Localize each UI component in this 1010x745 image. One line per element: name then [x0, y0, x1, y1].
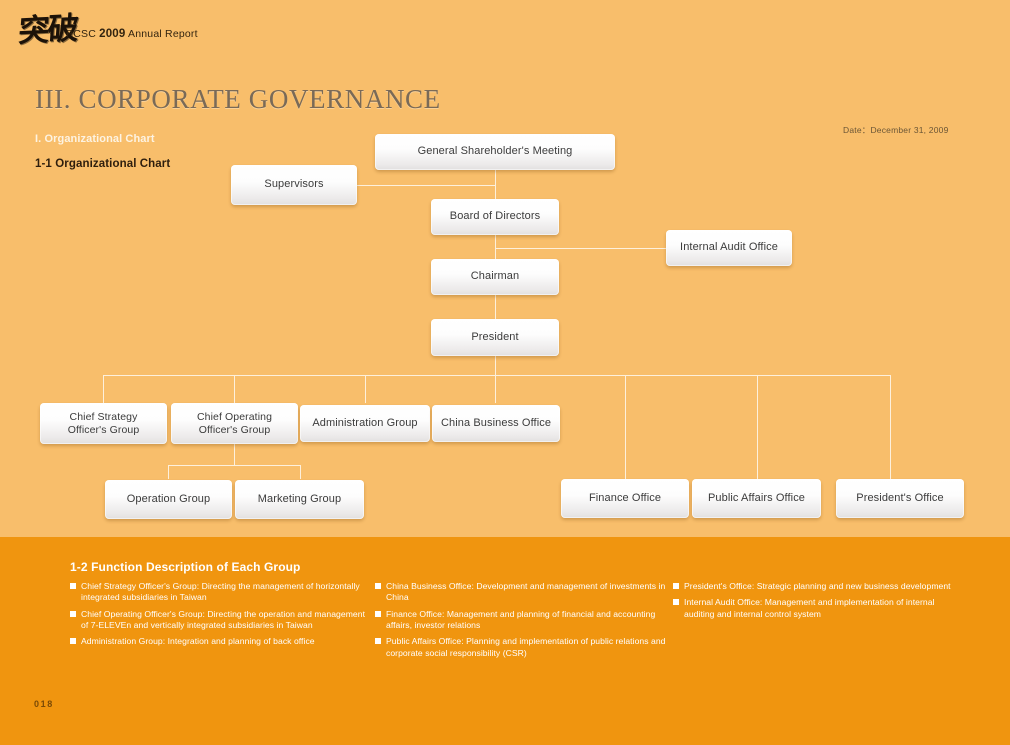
node-label: Internal Audit Office: [680, 241, 778, 254]
node-label: President: [471, 330, 519, 343]
node-label: Supervisors: [264, 178, 324, 191]
connector-drop-operation: [168, 465, 169, 479]
node-chief-operating-officers-group[interactable]: Chief Operating Officer's Group: [171, 403, 298, 444]
connector-bus-main: [103, 375, 891, 376]
node-label: Marketing Group: [257, 492, 342, 505]
connector-drop-presidents-office: [890, 375, 891, 479]
connector-drop-cso: [103, 375, 104, 403]
node-label-line1: Chief Strategy: [69, 410, 138, 423]
node-label: Public Affairs Office: [707, 491, 806, 504]
connector-drop-admin: [365, 375, 366, 403]
panel-title: 1-2 Function Description of Each Group: [70, 560, 301, 574]
connector-bus-sub: [168, 465, 301, 466]
list-item: Public Affairs Office: Planning and impl…: [375, 636, 670, 659]
node-operation-group[interactable]: Operation Group: [105, 480, 232, 519]
brand-logo: 突破 PCSC 2009 Annual Report: [17, 11, 218, 60]
function-column-2: China Business Office: Development and m…: [375, 581, 670, 664]
function-description-panel: 1-2 Function Description of Each Group C…: [0, 537, 1010, 745]
node-presidents-office[interactable]: President's Office: [836, 479, 964, 518]
function-column-1: Chief Strategy Officer's Group: Directin…: [70, 581, 370, 653]
annual-report-page: 突破 PCSC 2009 Annual Report III. CORPORAT…: [0, 0, 1010, 745]
function-column-3: President's Office: Strategic planning a…: [673, 581, 963, 625]
page-number: 018: [34, 699, 54, 709]
node-chief-strategy-officers-group[interactable]: Chief Strategy Officer's Group: [40, 403, 167, 444]
list-item: Chief Operating Officer's Group: Directi…: [70, 609, 370, 632]
list-item: China Business Office: Development and m…: [375, 581, 670, 604]
list-item: Chief Strategy Officer's Group: Directin…: [70, 581, 370, 604]
node-label: Finance Office: [588, 491, 662, 504]
node-label: General Shareholder's Meeting: [417, 145, 573, 158]
brand-prefix: PCSC: [66, 28, 100, 40]
node-label: Chairman: [470, 270, 520, 283]
connector-drop-public-affairs: [757, 375, 758, 479]
subsection-label: 1-1 Organizational Chart: [35, 158, 171, 170]
node-label: Operation Group: [126, 492, 211, 505]
node-public-affairs-office[interactable]: Public Affairs Office: [692, 479, 821, 518]
connector-drop-marketing: [300, 465, 301, 479]
connector-drop-china: [495, 375, 496, 403]
node-chairman[interactable]: Chairman: [431, 259, 559, 295]
node-internal-audit-office[interactable]: Internal Audit Office: [666, 230, 792, 266]
list-item: Finance Office: Management and planning …: [375, 609, 670, 632]
node-china-business-office[interactable]: China Business Office: [432, 405, 560, 442]
node-label-line2: Officer's Group: [67, 423, 140, 436]
list-item: Internal Audit Office: Management and im…: [673, 597, 963, 620]
node-marketing-group[interactable]: Marketing Group: [235, 480, 364, 519]
node-board-of-directors[interactable]: Board of Directors: [431, 199, 559, 235]
node-label: Board of Directors: [449, 210, 541, 223]
connector-internal-audit: [495, 248, 667, 249]
connector-supervisors: [357, 185, 496, 186]
connector-drop-finance: [625, 375, 626, 479]
chart-date: Date：December 31, 2009: [843, 125, 949, 135]
node-president[interactable]: President: [431, 319, 559, 356]
node-finance-office[interactable]: Finance Office: [561, 479, 689, 518]
node-label: China Business Office: [440, 416, 552, 429]
node-general-shareholders-meeting[interactable]: General Shareholder's Meeting: [375, 134, 615, 170]
connector-coo-stem: [234, 443, 235, 465]
node-label: President's Office: [856, 491, 944, 504]
brand-year: 2009: [99, 28, 126, 40]
node-administration-group[interactable]: Administration Group: [300, 405, 430, 442]
brand-suffix: Annual Report: [125, 28, 198, 40]
node-label-line2: Officer's Group: [198, 423, 271, 436]
node-supervisors[interactable]: Supervisors: [231, 165, 357, 205]
node-label-line1: Chief Operating: [196, 410, 273, 423]
list-item: President's Office: Strategic planning a…: [673, 581, 963, 592]
section-label: I. Organizational Chart: [35, 133, 155, 145]
brand-tagline: PCSC 2009 Annual Report: [66, 28, 198, 40]
connector-drop-coo: [234, 375, 235, 403]
page-title: III. CORPORATE GOVERNANCE: [35, 84, 441, 114]
list-item: Administration Group: Integration and pl…: [70, 636, 370, 647]
node-label: Administration Group: [312, 416, 418, 429]
